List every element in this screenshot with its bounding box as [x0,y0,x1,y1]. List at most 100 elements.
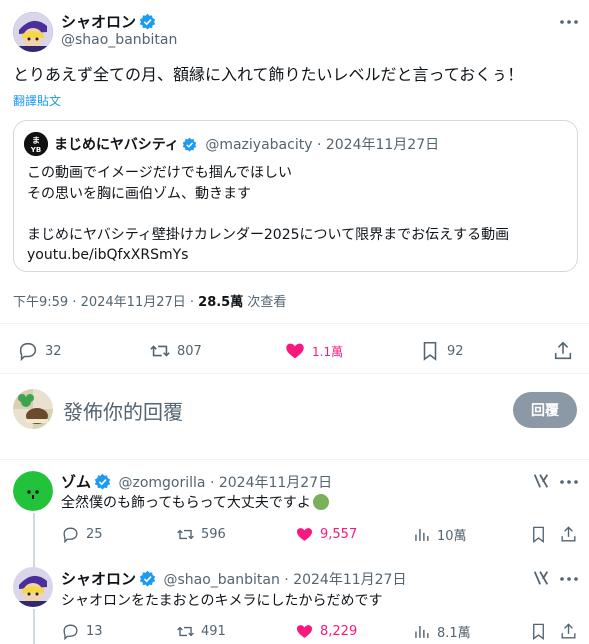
retweet-icon [177,626,194,637]
quote-line: その思いを胸に画伯ゾム、動きます [27,185,251,202]
like-button[interactable]: 1.1萬 [284,340,343,362]
quote-body: この動画でイメージだけでも掴んでほしい その思いを胸に画伯ゾム、動きます まじめ… [27,163,509,266]
share-icon [561,623,576,639]
view-count: 8.1萬 [437,626,471,641]
analytics-icon [415,625,429,638]
bookmark-icon [533,526,544,543]
green-circle-icon [312,494,329,510]
bookmark-icon [423,341,437,361]
retweet-button[interactable]: 596 [176,525,226,544]
author-name-row: シャオロン [61,11,156,32]
current-user-avatar[interactable] [13,389,53,429]
quote-date: 2024年11月27日 [325,137,440,153]
reply-text-body: 全然僕のも飾ってもらって大丈夫ですよ [61,495,311,511]
reply-submit-button[interactable]: 回覆 [513,392,577,428]
verified-badge-icon [139,13,156,30]
retweet-count: 596 [201,527,226,542]
reply-icon [63,624,78,641]
reply-author-name[interactable]: シャオロン [61,570,136,588]
reply-button[interactable]: 32 [17,340,62,362]
share-button[interactable] [559,525,578,544]
reply-icon [19,342,37,362]
quote-separator: · [316,137,322,153]
quote-link[interactable]: youtu.be/ibQfxXRSmYs [27,245,509,266]
reply-author-name[interactable]: ゾム [61,473,91,491]
svg-text:YB: YB [30,146,41,154]
translate-link[interactable]: 翻譯貼文 [13,92,61,109]
views-button[interactable]: 8.1萬 [412,622,471,641]
reply-header: ゾム @zomgorilla · 2024年11月27日 [61,471,332,492]
retweet-icon [177,529,194,540]
retweet-count: 807 [177,343,202,359]
quote-avatar: ま YB [24,132,48,156]
retweet-count: 491 [201,624,226,639]
reply-avatar[interactable] [13,471,53,511]
reply-author-handle[interactable]: @zomgorilla [118,475,205,491]
author-avatar[interactable] [13,12,53,52]
tweet-meta: 下午9:59 · 2024年11月27日 · 28.5萬 次查看 [13,291,286,310]
analytics-icon [415,528,429,541]
reply-separator: · [284,572,289,588]
more-options-icon[interactable] [558,569,580,593]
heart-filled-icon [286,343,304,359]
grok-icon[interactable] [532,472,550,494]
quote-line: この動画でイメージだけでも掴んでほしい [27,165,293,181]
share-button[interactable] [559,622,578,641]
heart-filled-icon [296,528,313,541]
reply-count: 13 [86,624,103,639]
view-count: 10萬 [437,529,467,544]
share-button[interactable] [552,340,574,362]
views-button[interactable]: 10萬 [412,525,467,544]
svg-text:ま: ま [32,136,40,145]
like-count: 9,557 [320,527,358,542]
like-count: 1.1萬 [312,344,344,359]
reply-text-body: シャオロンをたまおとのキメラにしたからだめです [61,593,383,609]
divider [0,459,589,460]
reply-input[interactable]: 發佈你的回覆 [63,396,183,425]
retweet-button[interactable]: 491 [176,622,226,641]
like-button[interactable]: 8,229 [295,622,357,641]
reply-text: 全然僕のも飾ってもらって大丈夫ですよ [61,492,329,512]
reply-button[interactable]: 25 [61,525,103,544]
view-label: 次查看 [243,295,287,310]
bookmark-button[interactable] [529,525,548,544]
reply-header: シャオロン @shao_banbitan · 2024年11月27日 [61,568,406,589]
bookmark-icon [533,623,544,640]
verified-gold-icon [139,570,156,587]
share-icon [561,526,576,542]
quote-verified-icon [182,137,197,152]
reply-button[interactable]: 13 [61,622,103,641]
reply-count: 25 [86,527,103,542]
like-button[interactable]: 9,557 [295,525,357,544]
retweet-button[interactable]: 807 [149,340,202,362]
quote-author-name: まじめにヤバシティ [54,137,179,153]
reply-date[interactable]: 2024年11月27日 [293,572,406,588]
thread-line [33,513,35,567]
thread-line [33,609,35,644]
author-name[interactable]: シャオロン [61,13,136,31]
divider [0,323,589,324]
divider [0,373,589,374]
quoted-tweet[interactable]: ま YB まじめにヤバシティ @maziyabacity · 2024年11月27… [13,120,578,272]
verified-badge-icon [94,473,111,490]
more-options-icon[interactable] [558,12,580,32]
reply-author-handle[interactable]: @shao_banbitan [163,572,279,588]
share-icon [554,341,572,360]
like-count: 8,229 [320,624,358,639]
quote-line [27,204,509,225]
bookmark-button[interactable]: 92 [419,340,464,362]
reply-date[interactable]: 2024年11月27日 [219,475,332,491]
author-handle[interactable]: @shao_banbitan [61,32,177,48]
reply-avatar[interactable] [13,567,53,607]
bookmark-button[interactable] [529,622,548,641]
quote-header: まじめにヤバシティ @maziyabacity · 2024年11月27日 [54,134,439,154]
quote-author-handle: @maziyabacity [205,137,313,153]
heart-filled-icon [296,625,313,638]
view-count: 28.5萬 [198,295,244,310]
bookmark-count: 92 [447,343,464,359]
tweet-timestamp[interactable]: 下午9:59 · 2024年11月27日 · [13,295,198,310]
retweet-icon [150,345,170,357]
more-options-icon[interactable] [558,472,580,496]
grok-icon[interactable] [532,569,550,591]
reply-count: 32 [45,343,62,359]
